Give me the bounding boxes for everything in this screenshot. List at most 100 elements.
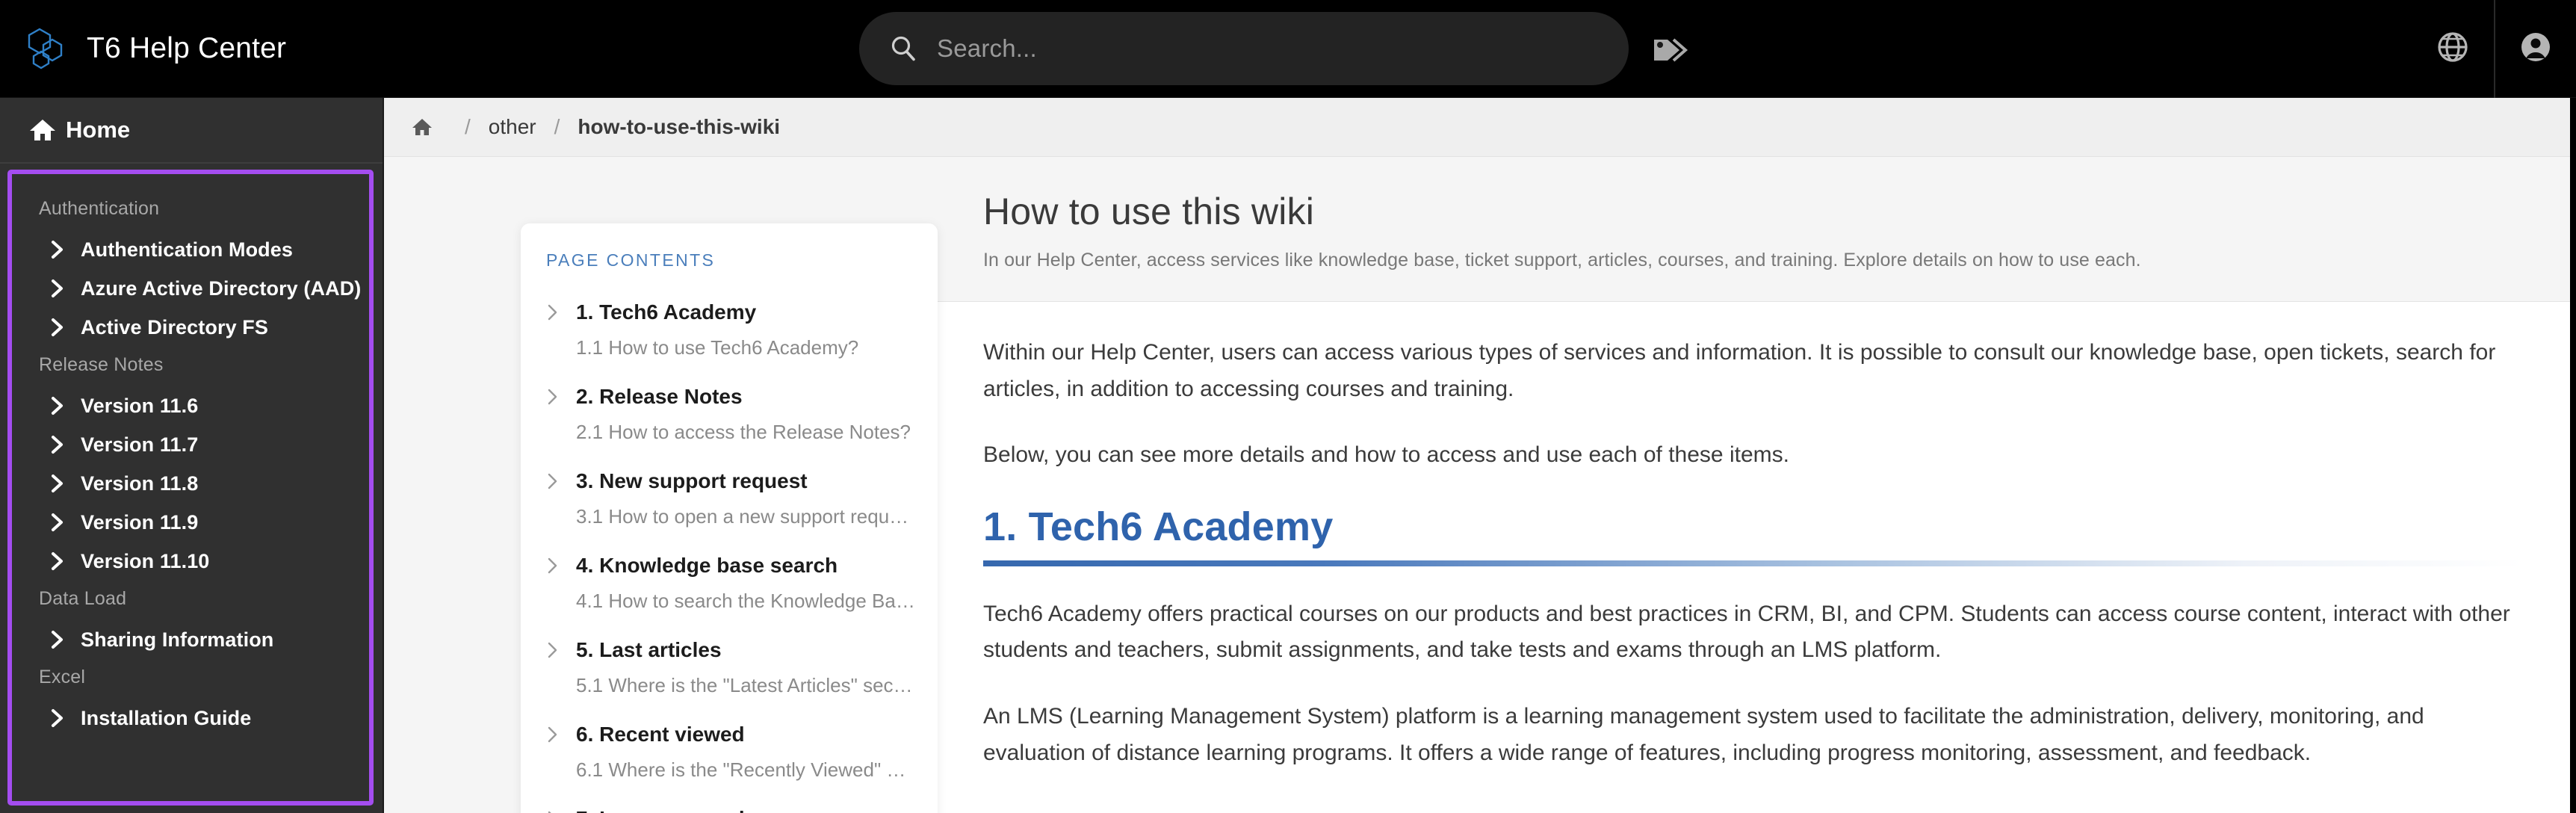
chevron-right-icon: [49, 278, 66, 299]
home-icon: [28, 117, 57, 143]
page-title: How to use this wiki: [983, 191, 1315, 232]
sidebar-item-authentication-modes[interactable]: Authentication Modes: [12, 230, 369, 269]
toc-entry-sub[interactable]: 5.1 Where is the "Latest Articles" secti…: [546, 674, 915, 697]
content-area: / other / how-to-use-this-wiki PAGE CONT…: [384, 98, 2576, 813]
sidebar-item-version-11-6[interactable]: Version 11.6: [12, 386, 369, 425]
sidebar-item-home[interactable]: Home: [0, 98, 383, 164]
page-subtitle: In our Help Center, access services like…: [983, 250, 2141, 271]
top-bar-actions: [2412, 0, 2576, 98]
sidebar-item-active-directory-fs[interactable]: Active Directory FS: [12, 308, 369, 347]
toc-entry-1[interactable]: 1. Tech6 Academy: [546, 294, 915, 330]
breadcrumb-item-current[interactable]: how-to-use-this-wiki: [578, 115, 780, 139]
sidebar-item-sharing-information[interactable]: Sharing Information: [12, 620, 369, 659]
chevron-right-icon[interactable]: [546, 472, 560, 490]
toc-entry-sub[interactable]: 1.1 How to use Tech6 Academy?: [546, 336, 915, 359]
toc-entry-3[interactable]: 3. New support request: [546, 463, 915, 499]
sidebar-nav: Authentication Authentication Modes Azur…: [7, 170, 374, 806]
globe-icon: [2436, 31, 2469, 67]
sidebar-item-installation-guide[interactable]: Installation Guide: [12, 699, 369, 738]
sidebar-item-label: Active Directory FS: [81, 315, 268, 339]
sidebar-item-version-11-10[interactable]: Version 11.10: [12, 542, 369, 581]
toc-entry-heading[interactable]: 6. Recent viewed: [576, 723, 745, 746]
search-bar[interactable]: Search...: [859, 12, 1629, 85]
sidebar-item-label: Version 11.8: [81, 472, 199, 495]
tags-icon[interactable]: [1651, 33, 1693, 67]
toc-entry-heading[interactable]: 3. New support request: [576, 469, 808, 493]
toc-entry-heading[interactable]: 2. Release Notes: [576, 385, 743, 409]
sidebar-item-label: Azure Active Directory (AAD): [81, 276, 362, 300]
breadcrumb: / other / how-to-use-this-wiki: [384, 98, 2570, 157]
page-contents-panel: PAGE CONTENTS 1. Tech6 Academy 1.1 How t…: [521, 223, 938, 813]
sidebar-group-excel: Excel: [39, 667, 86, 687]
toc-entry-heading[interactable]: 7. Language exchange: [576, 807, 800, 813]
home-icon[interactable]: [411, 117, 433, 137]
sidebar-item-label: Sharing Information: [81, 628, 274, 651]
search-box[interactable]: Search...: [859, 12, 1629, 85]
toc-entry-sub[interactable]: 4.1 How to search the Knowledge Base?: [546, 590, 915, 613]
breadcrumb-separator: /: [554, 115, 560, 138]
sidebar-item-label: Version 11.10: [81, 549, 210, 572]
toc-entry-7[interactable]: 7. Language exchange: [546, 801, 915, 813]
main-area: PAGE CONTENTS 1. Tech6 Academy 1.1 How t…: [384, 157, 2570, 813]
toc-entry-6[interactable]: 6. Recent viewed: [546, 717, 915, 752]
chevron-right-icon: [49, 395, 66, 416]
sidebar-item-version-11-8[interactable]: Version 11.8: [12, 464, 369, 503]
toc-entry-heading[interactable]: 5. Last articles: [576, 638, 722, 662]
toc-entry-heading[interactable]: 1. Tech6 Academy: [576, 300, 756, 324]
page-contents-title: PAGE CONTENTS: [546, 250, 716, 270]
toc-entry-4[interactable]: 4. Knowledge base search: [546, 548, 915, 584]
search-icon: [889, 34, 917, 63]
toc-entry-heading[interactable]: 4. Knowledge base search: [576, 554, 837, 578]
sidebar-item-azure-active-directory[interactable]: Azure Active Directory (AAD): [12, 269, 369, 308]
paragraph-academy-1: Tech6 Academy offers practical courses o…: [983, 601, 2510, 663]
sidebar-group-release-notes: Release Notes: [39, 354, 164, 375]
top-bar: T6 Help Center Search...: [0, 0, 2576, 98]
toc-entry-2[interactable]: 2. Release Notes: [546, 379, 915, 415]
section-heading-tech6-academy: 1. Tech6 Academy: [983, 504, 1334, 549]
chevron-right-icon: [49, 473, 66, 494]
brand-title: T6 Help Center: [87, 32, 287, 64]
toc-column: PAGE CONTENTS 1. Tech6 Academy 1.1 How t…: [384, 157, 938, 813]
chevron-right-icon[interactable]: [546, 388, 560, 406]
article-header: How to use this wiki In our Help Center,…: [937, 157, 2570, 302]
chevron-right-icon[interactable]: [546, 303, 560, 321]
chevron-right-icon: [49, 708, 66, 729]
chevron-right-icon: [49, 629, 66, 650]
app-body: Home Authentication Authentication Modes…: [0, 98, 2576, 813]
account-circle-icon: [2519, 31, 2552, 67]
section-heading-rule: [983, 560, 2524, 566]
toc-entry-sub[interactable]: 3.1 How to open a new support request?: [546, 505, 915, 528]
sidebar-item-label: Version 11.9: [81, 510, 199, 534]
article-body: Within our Help Center, users can access…: [937, 302, 2570, 813]
chevron-right-icon: [49, 512, 66, 533]
breadcrumb-separator: /: [465, 115, 471, 138]
paragraph-academy-2: An LMS (Learning Management System) plat…: [983, 703, 2424, 765]
sidebar-group-data-load: Data Load: [39, 588, 127, 609]
toc-entry-sub[interactable]: 6.1 Where is the "Recently Viewed" secti…: [546, 758, 915, 782]
chevron-right-icon: [49, 551, 66, 572]
hexagon-cluster-logo-icon: [25, 26, 67, 71]
account-button[interactable]: [2494, 0, 2576, 98]
sidebar-item-label: Version 11.7: [81, 433, 199, 456]
paragraph-intro-1: Within our Help Center, users can access…: [983, 340, 2496, 401]
chevron-right-icon: [49, 239, 66, 260]
search-input[interactable]: Search...: [937, 34, 1037, 63]
paragraph-intro-2: Below, you can see more details and how …: [983, 442, 1789, 468]
chevron-right-icon[interactable]: [546, 810, 560, 813]
breadcrumb-item-other[interactable]: other: [489, 115, 536, 139]
article-column: How to use this wiki In our Help Center,…: [937, 157, 2570, 813]
sidebar-item-label: Version 11.6: [81, 394, 199, 417]
language-button[interactable]: [2412, 0, 2494, 98]
toc-entry-5[interactable]: 5. Last articles: [546, 632, 915, 668]
brand[interactable]: T6 Help Center: [0, 26, 388, 71]
chevron-right-icon: [49, 434, 66, 455]
chevron-right-icon[interactable]: [546, 641, 560, 659]
sidebar-item-label: Installation Guide: [81, 706, 252, 729]
app-window: T6 Help Center Search... Home Authentica…: [0, 0, 2576, 813]
chevron-right-icon[interactable]: [546, 557, 560, 575]
chevron-right-icon[interactable]: [546, 726, 560, 744]
sidebar-item-version-11-9[interactable]: Version 11.9: [12, 503, 369, 542]
sidebar-item-label: Authentication Modes: [81, 238, 293, 261]
toc-entry-sub[interactable]: 2.1 How to access the Release Notes?: [546, 421, 915, 444]
sidebar-item-version-11-7[interactable]: Version 11.7: [12, 425, 369, 464]
